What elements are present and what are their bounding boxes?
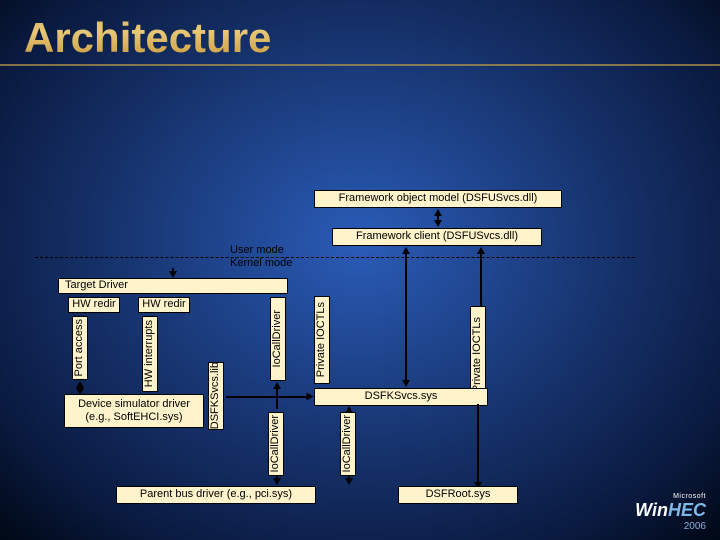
arrow-down-icon (273, 478, 281, 485)
arrow-down-icon (169, 271, 177, 278)
target-driver-box: Target Driver (58, 278, 288, 294)
private-ioctls-left-box: Private IOCTLs (314, 296, 330, 384)
arrow-down-icon (402, 380, 410, 387)
arrow-down-icon (434, 220, 442, 227)
arrow-up-icon (345, 406, 353, 413)
winhec-logo: Microsoft WinHEC 2006 (635, 493, 706, 532)
arrow-down-icon (76, 388, 84, 395)
iocalldriver-bottom-left-box: IoCallDriver (268, 412, 284, 476)
parent-bus-driver-box: Parent bus driver (e.g., pci.sys) (116, 486, 316, 504)
private-ioctls-label: Private IOCTLs (315, 302, 328, 377)
user-mode-label: User mode (230, 244, 284, 256)
framework-object-model-box: Framework object model (DSFUSvcs.dll) (314, 190, 562, 208)
hw-interrupts-label: HW interrupts (143, 320, 156, 387)
dsfroot-sys-box: DSFRoot.sys (398, 486, 518, 504)
dsfksvcs-lib-label: DSFKSvcs.lib (209, 362, 222, 429)
iocalldriver-label: IoCallDriver (269, 415, 282, 472)
arrow-down-icon (345, 478, 353, 485)
dsfksvcs-sys-box: DSFKSvcs.sys (314, 388, 488, 406)
hw-redir-2-box: HW redir (138, 297, 190, 313)
architecture-diagram: Framework object model (DSFUSvcs.dll) Fr… (0, 0, 720, 540)
arrow-line (276, 387, 278, 409)
hec-label: HEC (668, 500, 706, 520)
mode-divider (35, 257, 635, 258)
hw-interrupts-box: HW interrupts (142, 316, 158, 392)
win-label: Win (635, 500, 668, 520)
dsfksvcs-lib-box: DSFKSvcs.lib (208, 362, 224, 430)
hw-redir-1-box: HW redir (68, 297, 120, 313)
framework-client-box: Framework client (DSFUSvcs.dll) (332, 228, 542, 246)
arrow-right-icon (307, 393, 314, 401)
iocalldriver-label: IoCallDriver (271, 310, 284, 367)
port-access-box: Port access (72, 316, 88, 380)
iocalldriver-target-box: IoCallDriver (270, 297, 286, 381)
microsoft-label: Microsoft (635, 493, 706, 500)
arrow-line (405, 252, 407, 382)
arrow-line (477, 404, 479, 484)
device-simulator-box: Device simulator driver (e.g., SoftEHCI.… (64, 394, 204, 428)
port-access-label: Port access (73, 319, 86, 376)
iocalldriver-bottom-right-box: IoCallDriver (340, 412, 356, 476)
kernel-mode-label: Kernel mode (230, 257, 292, 269)
arrow-line (226, 396, 310, 398)
year-label: 2006 (635, 521, 706, 532)
private-ioctls-label: Private IOCTLs (471, 317, 484, 392)
iocalldriver-label: IoCallDriver (341, 415, 354, 472)
